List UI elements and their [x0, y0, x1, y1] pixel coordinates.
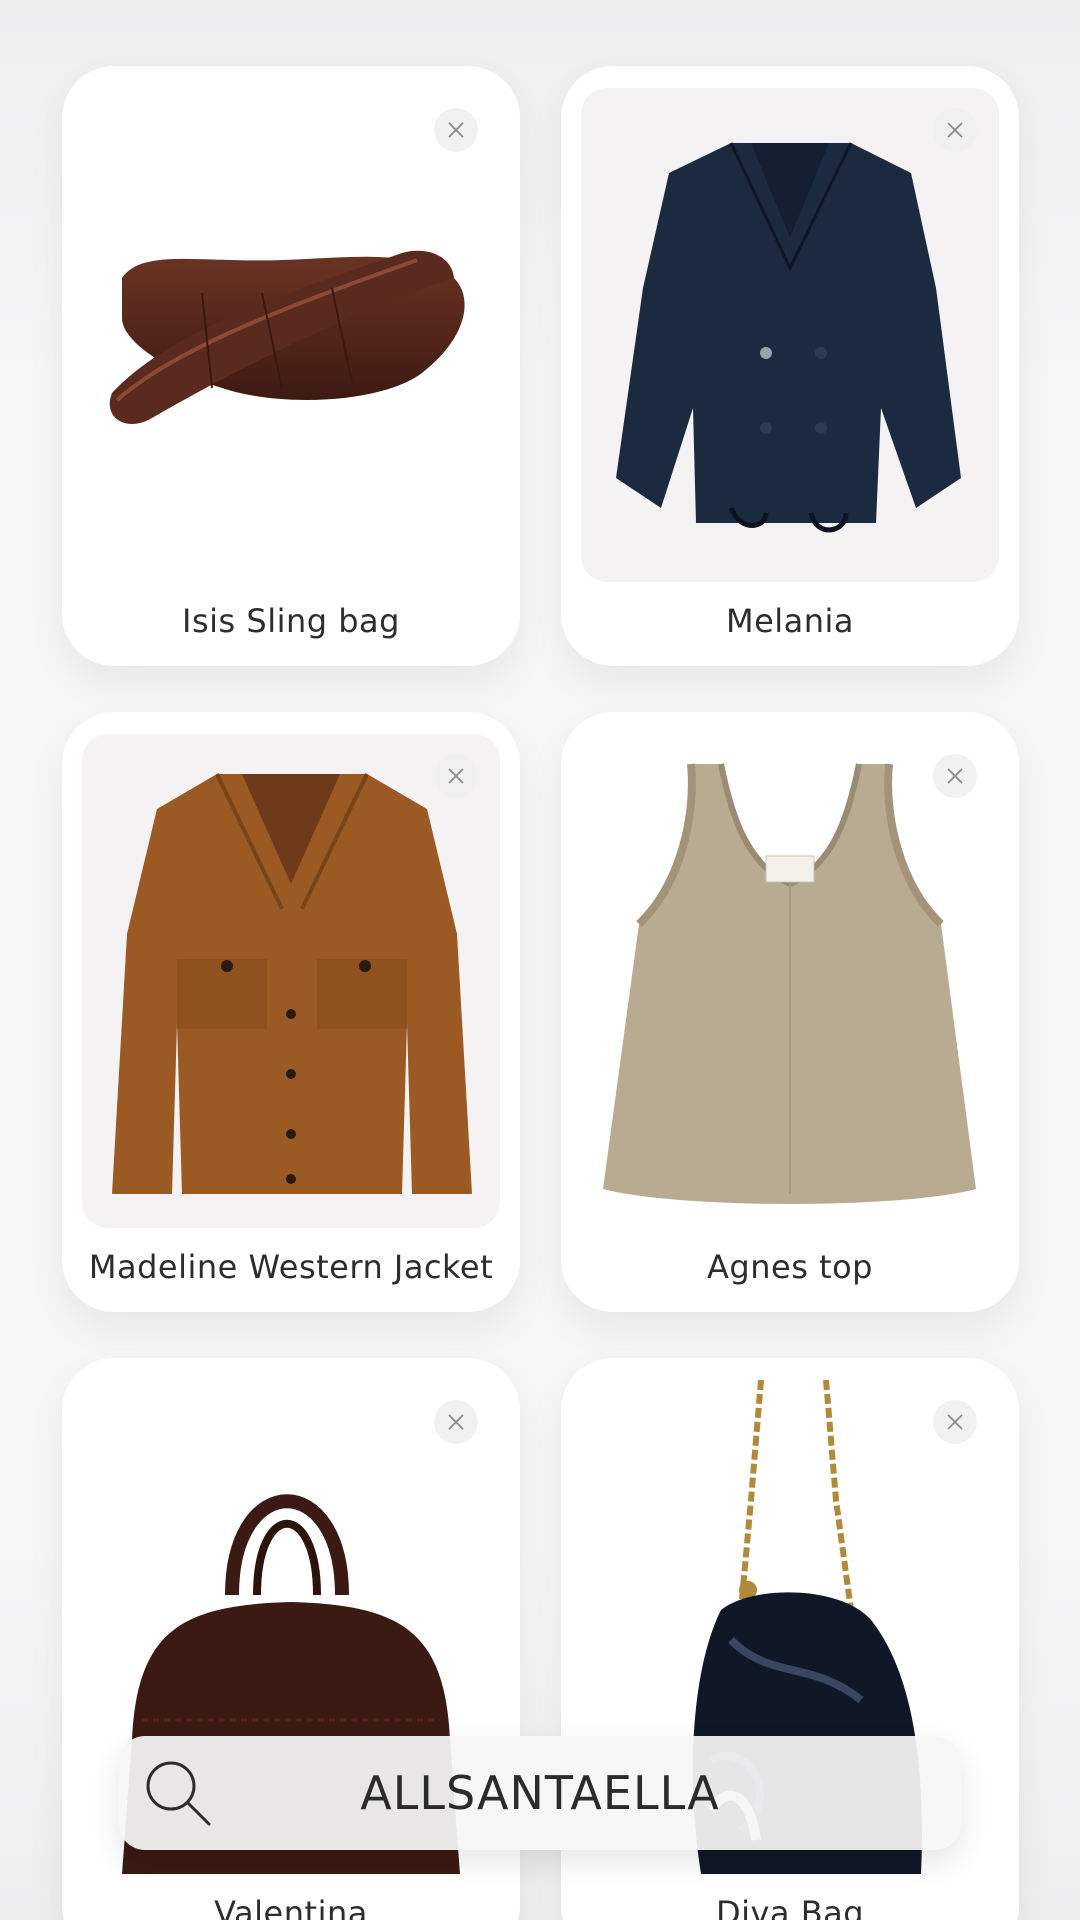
close-icon	[947, 768, 963, 784]
close-icon	[448, 122, 464, 138]
product-card-isis-sling-bag[interactable]: Isis Sling bag	[62, 66, 520, 666]
search-bar[interactable]: ALLSANTAELLA	[119, 1736, 961, 1850]
remove-button[interactable]	[434, 754, 478, 798]
product-name[interactable]: Diva Bag	[581, 1872, 999, 1920]
close-icon	[947, 122, 963, 138]
product-image-isis-sling-bag[interactable]	[82, 88, 500, 582]
close-icon	[947, 1414, 963, 1430]
wishlist-page: Isis Sling bag Melania Madeline Western …	[0, 0, 1080, 1920]
sling-bag-image	[109, 250, 465, 424]
remove-button[interactable]	[434, 1400, 478, 1444]
product-image-agnes-top[interactable]	[581, 734, 999, 1228]
product-name[interactable]: Madeline Western Jacket	[82, 1226, 500, 1308]
remove-button[interactable]	[434, 108, 478, 152]
suede-jacket-image	[112, 773, 472, 1194]
tank-top-image	[603, 763, 976, 1204]
product-grid: Isis Sling bag Melania Madeline Western …	[62, 66, 1019, 1920]
product-card-madeline-western-jacket[interactable]: Madeline Western Jacket	[62, 712, 520, 1312]
remove-button[interactable]	[933, 754, 977, 798]
product-name[interactable]: Agnes top	[581, 1226, 999, 1308]
coat-image	[616, 142, 961, 533]
remove-button[interactable]	[933, 1400, 977, 1444]
product-card-melania[interactable]: Melania	[561, 66, 1019, 666]
brand-logo: ALLSANTAELLA	[360, 1766, 720, 1820]
product-name[interactable]: Valentina	[82, 1872, 500, 1920]
remove-button[interactable]	[933, 108, 977, 152]
product-name[interactable]: Isis Sling bag	[82, 580, 500, 662]
product-name[interactable]: Melania	[581, 580, 999, 662]
product-image-melania[interactable]	[581, 88, 999, 582]
product-image-madeline-western-jacket[interactable]	[82, 734, 500, 1228]
product-card-agnes-top[interactable]: Agnes top	[561, 712, 1019, 1312]
close-icon	[448, 768, 464, 784]
close-icon	[448, 1414, 464, 1430]
